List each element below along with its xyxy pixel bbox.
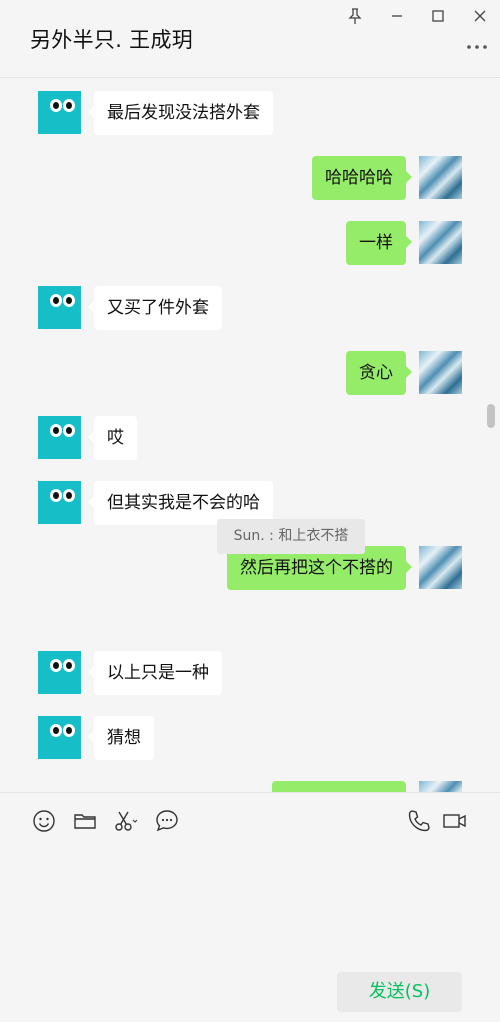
message-row: 最后发现没法搭外套: [0, 91, 480, 135]
send-button[interactable]: 发送(S): [337, 972, 462, 1012]
quoted-reply[interactable]: Sun. : 和上衣不搭: [217, 519, 365, 554]
my-avatar[interactable]: [419, 156, 462, 199]
contact-avatar[interactable]: [38, 651, 81, 694]
message-row: 贪心: [0, 351, 480, 395]
contact-avatar[interactable]: [38, 416, 81, 459]
outgoing-message-bubble[interactable]: [272, 781, 406, 792]
incoming-message-bubble[interactable]: 哎: [88, 416, 137, 460]
message-list[interactable]: 最后发现没法搭外套 哈哈哈哈 一样 又买了件外套 贪心 哎 但其实我是不会的哈 …: [0, 79, 500, 792]
maximize-icon[interactable]: [427, 6, 449, 26]
close-icon[interactable]: [469, 6, 491, 26]
contact-avatar[interactable]: [38, 716, 81, 759]
toolbar-divider: [0, 792, 500, 793]
message-row: 哎: [0, 416, 480, 460]
contact-avatar[interactable]: [38, 91, 81, 134]
video-icon[interactable]: [442, 808, 468, 834]
incoming-message-bubble[interactable]: 最后发现没法搭外套: [88, 91, 273, 135]
message-input[interactable]: [30, 846, 470, 956]
scissors-icon[interactable]: [112, 808, 138, 834]
chat-history-icon[interactable]: [154, 808, 180, 834]
my-avatar[interactable]: [419, 221, 462, 264]
message-row: 哈哈哈哈: [0, 156, 480, 200]
contact-avatar[interactable]: [38, 481, 81, 524]
phone-icon[interactable]: [406, 808, 432, 834]
my-avatar[interactable]: [419, 351, 462, 394]
contact-avatar[interactable]: [38, 286, 81, 329]
emoji-icon[interactable]: [31, 808, 57, 834]
outgoing-message-bubble[interactable]: 贪心: [346, 351, 412, 395]
my-avatar[interactable]: [419, 546, 462, 589]
folder-icon[interactable]: [72, 808, 98, 834]
chat-title: 另外半只. 王成玥: [30, 28, 194, 52]
outgoing-message-bubble[interactable]: 一样: [346, 221, 412, 265]
message-row: 猜想: [0, 716, 480, 760]
title-bar: 另外半只. 王成玥: [0, 0, 500, 78]
pin-icon[interactable]: [344, 6, 366, 26]
outgoing-message-bubble[interactable]: 哈哈哈哈: [312, 156, 412, 200]
scrollbar-thumb[interactable]: [487, 404, 495, 428]
message-row: 又买了件外套: [0, 286, 480, 330]
incoming-message-bubble[interactable]: 又买了件外套: [88, 286, 222, 330]
message-row: 以上只是一种: [0, 651, 480, 695]
message-row: [0, 781, 480, 792]
message-row: 一样: [0, 221, 480, 265]
more-icon[interactable]: [466, 36, 488, 56]
incoming-message-bubble[interactable]: 以上只是一种: [88, 651, 222, 695]
my-avatar[interactable]: [419, 781, 462, 792]
incoming-message-bubble[interactable]: 猜想: [88, 716, 154, 760]
minimize-icon[interactable]: [386, 6, 408, 26]
